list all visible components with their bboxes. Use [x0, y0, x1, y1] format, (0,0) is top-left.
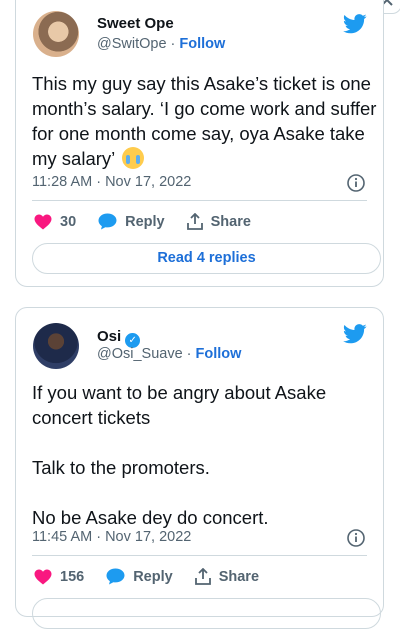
avatar[interactable]	[33, 11, 79, 57]
author-handle[interactable]: @SwitOpe	[97, 36, 167, 52]
separator: ·	[186, 346, 192, 362]
info-icon[interactable]	[347, 174, 365, 192]
like-count: 30	[60, 213, 77, 230]
heart-icon	[34, 569, 52, 584]
reply-bubble-icon	[98, 213, 117, 230]
divider	[32, 200, 367, 201]
info-icon[interactable]	[347, 529, 365, 547]
separator: ·	[170, 36, 176, 52]
reply-button[interactable]: Reply	[98, 213, 165, 230]
like-button[interactable]: 156	[34, 569, 84, 585]
heart-icon	[34, 214, 52, 229]
avatar[interactable]	[33, 323, 79, 369]
share-label: Share	[210, 213, 251, 230]
follow-link[interactable]: Follow	[179, 36, 225, 52]
author-handle-line: @SwitOpe · Follow	[97, 36, 225, 52]
tweet-card: Osi ✓ @Osi_Suave · Follow If you want to be…	[15, 307, 384, 629]
reply-label: Reply	[125, 213, 165, 230]
author-handle[interactable]: @Osi_Suave	[97, 346, 183, 362]
author-name-row: Osi ✓	[97, 328, 141, 348]
share-icon	[194, 568, 211, 585]
timestamp[interactable]: 11:28 AM · Nov 17, 2022	[32, 174, 191, 190]
twitter-bird-icon[interactable]	[343, 323, 367, 345]
tweet-body: This my guy say this Asake’s ticket is o…	[32, 73, 377, 169]
timestamp[interactable]: 11:45 AM · Nov 17, 2022	[32, 529, 191, 545]
tweet-text: If you want to be angry about Asake conc…	[32, 382, 327, 528]
reply-bubble-icon	[106, 568, 125, 585]
twitter-bird-icon[interactable]	[343, 13, 367, 35]
like-count: 156	[60, 568, 85, 585]
loudly-crying-face-icon	[121, 147, 144, 169]
action-bar: 30 Reply Share	[34, 213, 273, 230]
author-name[interactable]: Sweet Ope	[97, 15, 174, 32]
action-bar: 156 Reply Share	[34, 568, 281, 585]
share-label: Share	[218, 568, 260, 585]
divider	[32, 555, 367, 556]
share-icon	[186, 213, 203, 230]
read-replies-button[interactable]	[32, 598, 381, 629]
reply-button[interactable]: Reply	[106, 568, 173, 585]
tweet-text: This my guy say this Asake’s ticket is o…	[32, 71, 377, 171]
share-button[interactable]: Share	[194, 568, 260, 585]
read-replies-button[interactable]: Read 4 replies	[32, 243, 381, 274]
author-handle-line: @Osi_Suave · Follow	[97, 346, 241, 362]
author-name[interactable]: Osi	[97, 328, 121, 345]
reply-label: Reply	[133, 568, 173, 585]
tweet-card: Sweet Ope @SwitOpe · Follow This my guy sa…	[15, 0, 384, 287]
share-button[interactable]: Share	[186, 213, 251, 230]
like-button[interactable]: 30	[34, 214, 76, 230]
follow-link[interactable]: Follow	[196, 346, 242, 362]
